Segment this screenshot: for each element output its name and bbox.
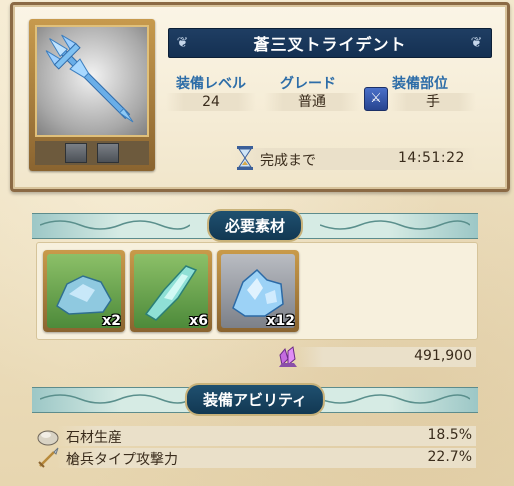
level-label: 装備レベル xyxy=(176,76,246,92)
purple-crystal-icon xyxy=(279,346,297,367)
ornament-left-icon: ❦ xyxy=(176,35,190,51)
stone-icon xyxy=(37,430,59,446)
materials-header: 必要素材 xyxy=(32,209,478,242)
ability-row-1: 石材生産 18.5% xyxy=(36,424,476,446)
ability-value-1: 18.5% xyxy=(427,427,472,443)
level-value: 24 xyxy=(166,93,256,111)
material-count-3: x12 xyxy=(266,313,295,329)
ability-row-2: 槍兵タイプ攻撃力 22.7% xyxy=(36,446,476,468)
trident-weapon-icon xyxy=(35,25,149,137)
ability-label-2: 槍兵タイプ攻撃力 xyxy=(66,452,178,468)
cost-row: 491,900 xyxy=(276,345,476,367)
material-slot-1[interactable]: x2 xyxy=(43,250,125,332)
slot-label: 装備部位 xyxy=(392,76,448,92)
slot-value: 手 xyxy=(390,93,476,111)
grade-value: 普通 xyxy=(264,93,360,111)
vine-ornament-right-icon xyxy=(320,220,470,230)
item-name: 蒼三叉トライデント xyxy=(253,35,407,54)
sword-icon: ⚔ xyxy=(364,87,388,111)
abilities-header: 装備アビリティ xyxy=(32,383,478,416)
empty-gem-slot-1[interactable] xyxy=(65,143,87,163)
material-slot-2[interactable]: x6 xyxy=(130,250,212,332)
vine-ornament-left-icon xyxy=(40,394,190,404)
gem-slot-row xyxy=(35,141,149,165)
materials-title: 必要素材 xyxy=(206,209,304,242)
material-count-2: x6 xyxy=(189,313,208,329)
abilities-title: 装備アビリティ xyxy=(184,383,326,416)
material-slot-3[interactable]: x12 xyxy=(217,250,299,332)
ability-value-2: 22.7% xyxy=(427,449,472,465)
timer-label: 完成まで xyxy=(260,153,316,169)
timer-value: 14:51:22 xyxy=(398,150,465,166)
hourglass-icon xyxy=(237,146,253,170)
vine-ornament-left-icon xyxy=(40,220,190,230)
empty-gem-slot-2[interactable] xyxy=(97,143,119,163)
ability-label-1: 石材生産 xyxy=(66,430,122,446)
item-name-banner: ❦ 蒼三叉トライデント ❦ xyxy=(168,28,492,58)
cost-value: 491,900 xyxy=(414,348,472,364)
grade-label: グレード xyxy=(280,76,336,92)
ornament-right-icon: ❦ xyxy=(470,35,484,51)
spear-icon xyxy=(38,447,59,468)
item-portrait-frame xyxy=(29,19,155,171)
material-count-1: x2 xyxy=(102,313,121,329)
vine-ornament-right-icon xyxy=(320,394,470,404)
